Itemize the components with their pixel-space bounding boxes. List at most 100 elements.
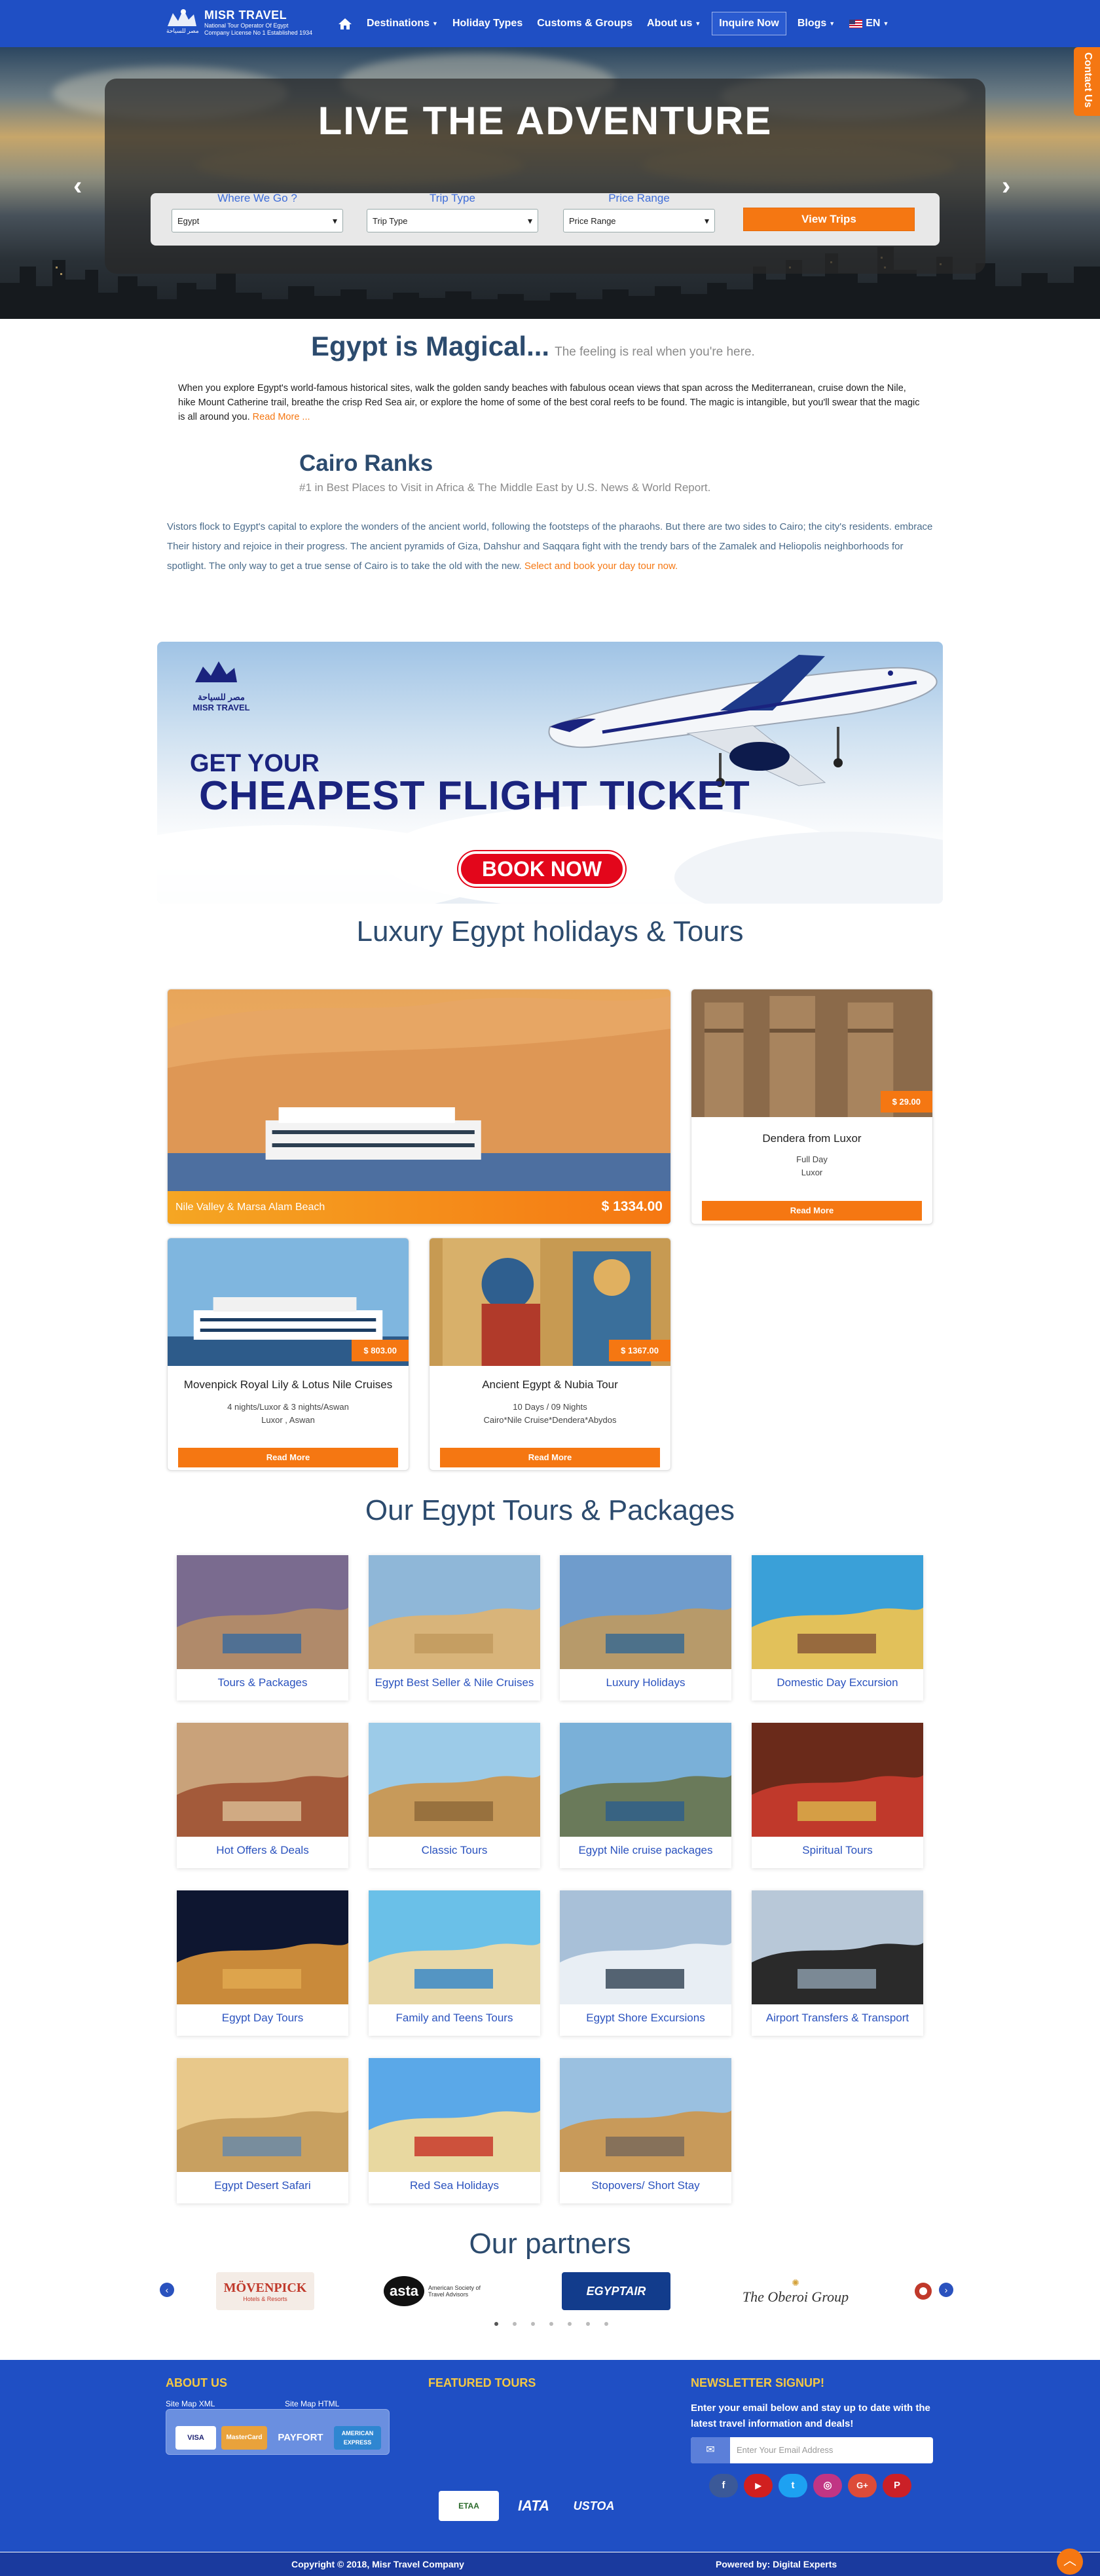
package-photo — [560, 1555, 731, 1669]
language-selector[interactable]: EN ▼ — [842, 0, 896, 47]
newsletter-email-input[interactable]: Enter Your Email Address — [730, 2437, 933, 2463]
package-label: Spiritual Tours — [802, 1844, 873, 1856]
carousel-dot[interactable] — [549, 2322, 553, 2326]
inquire-now-button[interactable]: Inquire Now — [712, 12, 786, 35]
main-menu: Destinations ▼ Holiday Types Customs & Gr… — [331, 0, 896, 47]
footer-newsletter-title: NEWSLETTER SIGNUP! — [691, 2376, 825, 2389]
read-more-button[interactable]: Read More — [702, 1201, 922, 1221]
sitemap-html-link[interactable]: Site Map HTML — [285, 2399, 339, 2408]
package-card[interactable]: Classic Tours — [369, 1723, 540, 1868]
oberoi-emblem-icon: ✺ — [792, 2277, 799, 2288]
oberoi-logo[interactable]: ✺ The Oberoi Group — [733, 2272, 858, 2310]
package-card[interactable]: Egypt Nile cruise packages — [560, 1723, 731, 1868]
trip-type-select[interactable]: Trip Type — [367, 209, 538, 232]
movenpick-logo[interactable]: MÖVENPICK Hotels & Resorts — [216, 2272, 314, 2310]
carousel-dot[interactable] — [531, 2322, 535, 2326]
carousel-dot[interactable] — [586, 2322, 590, 2326]
home-icon — [339, 18, 352, 29]
tour-duration: Full Day — [796, 1154, 828, 1164]
menu-label: Blogs — [797, 18, 827, 29]
contact-us-tab[interactable]: Contact Us — [1074, 47, 1100, 116]
package-photo — [752, 1723, 923, 1837]
package-card[interactable]: Luxury Holidays — [560, 1555, 731, 1701]
carousel-dot[interactable] — [604, 2322, 608, 2326]
menu-holiday-types[interactable]: Holiday Types — [445, 0, 530, 47]
back-to-top-button[interactable]: ︿ — [1057, 2548, 1083, 2575]
carousel-dot[interactable] — [494, 2322, 498, 2326]
egyptair-logo[interactable]: EGYPTAIR — [562, 2272, 670, 2310]
packages-title: Our Egypt Tours & Packages — [365, 1494, 735, 1526]
package-card[interactable]: Hot Offers & Deals — [177, 1723, 348, 1868]
brand-emblem-icon: مصر للسياحة — [164, 7, 199, 38]
package-card[interactable]: Family and Teens Tours — [369, 1890, 540, 2036]
facebook-icon[interactable]: f — [709, 2474, 738, 2497]
package-label: Egypt Nile cruise packages — [578, 1844, 713, 1856]
partner-logo-partial[interactable] — [910, 2272, 936, 2310]
destination-label: Where We Go ? — [217, 192, 297, 204]
partners-next-arrow[interactable]: › — [939, 2283, 953, 2297]
tour-duration: 4 nights/Luxor & 3 nights/Aswan — [227, 1402, 349, 1412]
package-card[interactable]: Egypt Shore Excursions — [560, 1890, 731, 2036]
price-range-select[interactable]: Price Range — [563, 209, 715, 232]
package-photo — [752, 1890, 923, 2004]
intro-subtitle: The feeling is real when you're here. — [555, 345, 755, 359]
hero-prev-arrow[interactable]: ‹ — [73, 172, 82, 201]
package-photo — [560, 1890, 731, 2004]
view-trips-button[interactable]: View Trips — [743, 208, 915, 231]
read-more-button[interactable]: Read More — [178, 1448, 398, 1467]
package-card[interactable]: Tours & Packages — [177, 1555, 348, 1701]
package-label: Egypt Desert Safari — [214, 2179, 311, 2192]
sitemap-xml-link[interactable]: Site Map XML — [166, 2399, 215, 2408]
hero-next-arrow[interactable]: › — [1002, 172, 1010, 201]
banner-logo: مصر للسياحة MISR TRAVEL — [189, 656, 254, 712]
tour-name: Movenpick Royal Lily & Lotus Nile Cruise… — [183, 1378, 393, 1391]
tour-card-dendera[interactable]: $ 29.00 Dendera from Luxor Full Day Luxo… — [691, 989, 933, 1224]
twitter-icon[interactable]: t — [779, 2474, 807, 2497]
package-card[interactable]: Egypt Best Seller & Nile Cruises — [369, 1555, 540, 1701]
menu-blogs[interactable]: Blogs ▼ — [790, 0, 842, 47]
carousel-dot[interactable] — [513, 2322, 517, 2326]
home-link[interactable] — [331, 0, 359, 47]
brand-sub2: Company License No 1 Established 1934 — [204, 29, 313, 36]
menu-destinations[interactable]: Destinations ▼ — [359, 0, 445, 47]
package-card[interactable]: Egypt Day Tours — [177, 1890, 348, 2036]
package-card[interactable]: Egypt Desert Safari — [177, 2058, 348, 2203]
read-more-button[interactable]: Read More — [440, 1448, 660, 1467]
menu-about-us[interactable]: About us ▼ — [640, 0, 708, 47]
pinterest-icon[interactable]: P — [883, 2474, 911, 2497]
asta-logo[interactable]: asta American Society of Travel Advisors — [380, 2272, 491, 2310]
package-card[interactable]: Stopovers/ Short Stay — [560, 2058, 731, 2203]
brand-arabic: مصر للسياحة — [166, 28, 199, 34]
package-photo — [177, 1723, 348, 1837]
youtube-icon[interactable]: ▶ — [744, 2474, 773, 2497]
amex-icon: AMERICAN EXPRESS — [334, 2426, 381, 2450]
package-card[interactable]: Red Sea Holidays — [369, 2058, 540, 2203]
carousel-dot[interactable] — [568, 2322, 572, 2326]
etaa-logo: ETAA — [439, 2491, 499, 2521]
tour-card-nubia[interactable]: $ 1367.00 Ancient Egypt & Nubia Tour 10 … — [429, 1238, 671, 1471]
brand-logo[interactable]: مصر للسياحة MISR TRAVEL National Tour Op… — [164, 7, 312, 38]
menu-label: Holiday Types — [452, 18, 523, 29]
visa-icon: VISA — [175, 2426, 216, 2450]
tour-card-movenpick[interactable]: $ 803.00 Movenpick Royal Lily & Lotus Ni… — [167, 1238, 409, 1471]
package-card[interactable]: Airport Transfers & Transport — [752, 1890, 923, 2036]
google-plus-icon[interactable]: G+ — [848, 2474, 877, 2497]
tour-price: $ 29.00 — [880, 1091, 932, 1113]
footer-featured-title: FEATURED TOURS — [428, 2376, 536, 2389]
package-card[interactable]: Domestic Day Excursion — [752, 1555, 923, 1701]
book-day-tour-link[interactable]: Select and book your day tour now. — [524, 561, 678, 572]
partners-prev-arrow[interactable]: ‹ — [160, 2283, 174, 2297]
flight-ticket-banner[interactable]: مصر للسياحة MISR TRAVEL GET YOUR CHEAPES… — [157, 642, 943, 904]
read-more-link[interactable]: Read More ... — [253, 412, 310, 422]
featured-caption: Nile Valley & Marsa Alam Beach $ 1334.00 — [168, 1191, 670, 1224]
powered-by-link[interactable]: Powered by: Digital Experts — [716, 2559, 837, 2569]
destination-select[interactable]: Egypt — [172, 209, 343, 232]
contact-us-label: Contact Us — [1082, 52, 1093, 108]
copyright-text: Copyright © 2018, Misr Travel Company — [291, 2559, 464, 2569]
package-card[interactable]: Spiritual Tours — [752, 1723, 923, 1868]
instagram-icon[interactable]: ◎ — [813, 2474, 842, 2497]
destination-field: Where We Go ? Egypt — [172, 192, 343, 232]
featured-tour-card[interactable]: Nile Valley & Marsa Alam Beach $ 1334.00 — [167, 989, 671, 1224]
menu-customs-groups[interactable]: Customs & Groups — [530, 0, 640, 47]
book-now-button[interactable]: BOOK NOW — [458, 851, 625, 887]
